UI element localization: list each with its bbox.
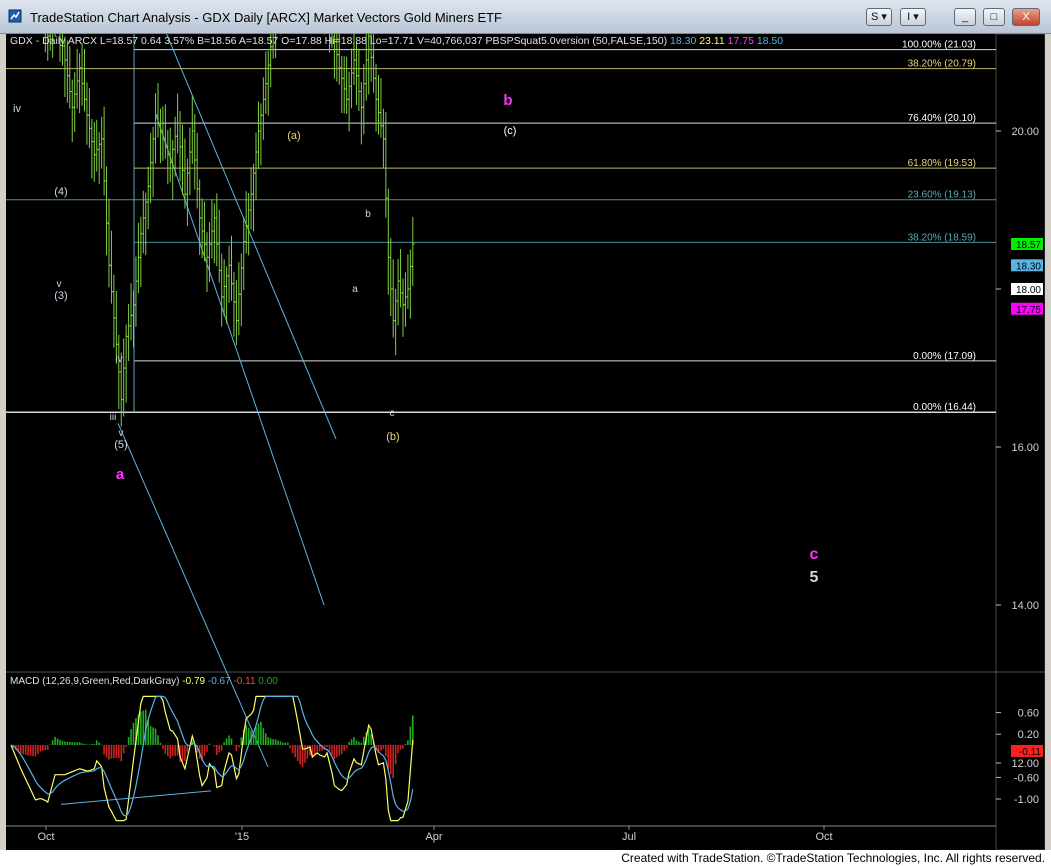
interval-button[interactable]: I ▾	[900, 8, 926, 26]
wave-label: (a)	[287, 130, 300, 142]
title-bar: TradeStation Chart Analysis - GDX Daily …	[0, 0, 1051, 34]
indicator-value: 18.50	[754, 35, 783, 47]
wave-label: (4)	[54, 186, 67, 198]
indicator-value: 18.30	[667, 35, 696, 47]
maximize-button[interactable]: □	[983, 8, 1005, 26]
macd-value: 0.00	[256, 676, 279, 687]
price-axis-label: 12.00	[1011, 758, 1039, 770]
window-title: TradeStation Chart Analysis - GDX Daily …	[30, 10, 502, 25]
wave-label: c	[810, 546, 819, 563]
wave-label: iv	[115, 354, 122, 365]
macd-value: -0.11	[231, 676, 256, 687]
header-field: GDX - Daily	[10, 35, 66, 47]
header-field: Hi=18.88	[322, 35, 367, 47]
time-axis-label: Oct	[815, 831, 832, 843]
time-axis-label: Jul	[622, 831, 636, 843]
price-badge-label: 18.30	[1016, 261, 1041, 272]
footer-bar: Created with TradeStation. ©TradeStation…	[0, 850, 1051, 866]
header-field: V=40,766,037	[414, 35, 483, 47]
price-badge-label: 17.75	[1016, 305, 1041, 316]
copyright-text: Created with TradeStation. ©TradeStation…	[621, 851, 1045, 865]
wave-label: iii	[110, 412, 117, 423]
macd-badge-label: -0.11	[1019, 747, 1041, 758]
wave-label: b	[365, 209, 371, 220]
wave-label: v	[57, 279, 62, 290]
fib-level-label: 76.40% (20.10)	[908, 113, 976, 124]
wave-label: a	[352, 284, 358, 295]
minimize-button[interactable]: _	[954, 8, 976, 26]
header-field: 3.57%	[161, 35, 194, 47]
chart-background	[6, 34, 1045, 850]
time-axis-label: Apr	[425, 831, 442, 843]
price-badge-label: 18.57	[1016, 240, 1041, 251]
time-axis-label: '15	[235, 831, 249, 843]
chart-area[interactable]: 78.40% (25.13)200.00% (24.98)176.40% (24…	[6, 0, 1046, 851]
chart-header: GDX - Daily ARCX L=18.57 0.64 3.57% B=18…	[10, 35, 783, 47]
macd-value: -0.79	[180, 676, 206, 687]
time-axis-label: Oct	[37, 831, 54, 843]
price-axis-label: 16.00	[1011, 442, 1039, 454]
header-field: L=18.57	[97, 35, 138, 47]
wave-label: 5	[810, 569, 819, 586]
macd-axis-label: -1.00	[1014, 794, 1039, 806]
wave-label: (5)	[114, 439, 127, 451]
macd-value: -0.67	[205, 676, 231, 687]
fib-level-label: 23.60% (19.13)	[908, 190, 976, 201]
header-field: O=17.88	[278, 35, 322, 47]
wave-label: c	[390, 408, 395, 419]
header-field: ARCX	[65, 35, 97, 47]
price-axis-label: 20.00	[1011, 126, 1039, 138]
wave-label: v	[119, 428, 124, 439]
wave-label: (b)	[386, 431, 399, 443]
wave-label: b	[503, 92, 512, 109]
macd-header: MACD (12,26,9,Green,Red,DarkGray) -0.79 …	[10, 676, 278, 687]
fib-level-label: 0.00% (16.44)	[913, 402, 976, 413]
wave-label: iv	[13, 103, 21, 115]
wave-label: (c)	[504, 125, 517, 137]
macd-label: MACD (12,26,9,Green,Red,DarkGray)	[10, 676, 180, 687]
price-chart-svg[interactable]: 78.40% (25.13)200.00% (24.98)176.40% (24…	[6, 0, 1046, 851]
header-field: A=18.57	[237, 35, 279, 47]
symbol-link-button[interactable]: S ▾	[866, 8, 892, 26]
fib-level-label: 38.20% (20.79)	[908, 59, 976, 70]
fib-level-label: 38.20% (18.59)	[908, 232, 976, 243]
indicator-value: 23.11	[696, 35, 725, 47]
indicator-value: 17.75	[725, 35, 754, 47]
header-field: PBSPSquat5.0version (50,FALSE,150)	[483, 35, 667, 47]
fib-level-label: 0.00% (17.09)	[913, 351, 976, 362]
fib-level-label: 100.00% (21.03)	[902, 40, 976, 51]
fib-level-label: 61.80% (19.53)	[908, 158, 976, 169]
macd-axis-label: 0.20	[1018, 729, 1039, 741]
close-button[interactable]: X	[1012, 8, 1040, 26]
tradestation-app-icon	[8, 9, 22, 23]
header-field: B=18.56	[194, 35, 236, 47]
macd-axis-label: 0.60	[1018, 708, 1039, 720]
price-badge-label: 18.00	[1016, 285, 1041, 296]
header-field: Lo=17.71	[367, 35, 414, 47]
wave-label: a	[116, 466, 125, 483]
macd-axis-label: -0.60	[1014, 772, 1039, 784]
price-axis-label: 14.00	[1011, 600, 1039, 612]
wave-label: (3)	[54, 290, 67, 302]
header-field: 0.64	[138, 35, 162, 47]
